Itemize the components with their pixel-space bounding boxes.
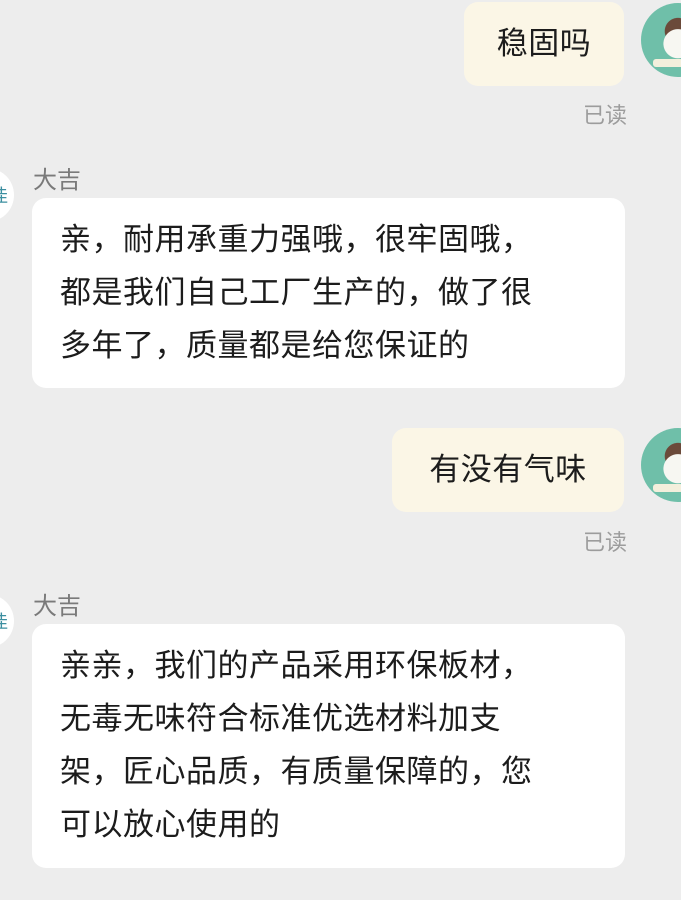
their-message-bubble[interactable]: 亲，耐用承重力强哦，很牢固哦， 都是我们自己工厂生产的，做了很 多年了，质量都是…: [32, 198, 625, 388]
message-text: 有没有气味: [429, 451, 587, 488]
shop-avatar-glyph: 佳: [0, 182, 8, 208]
shop-avatar-icon[interactable]: 佳: [0, 168, 14, 222]
message-line: 亲，耐用承重力强哦，很牢固哦，: [60, 221, 533, 258]
message-line: 都是我们自己工厂生产的，做了很: [60, 274, 533, 311]
read-status: 已读: [582, 531, 627, 556]
message-line: 架，匠心品质，有质量保障的，您: [60, 754, 533, 790]
shop-avatar-glyph: 佳: [0, 608, 8, 634]
message-line: 无毒无味符合标准优选材料加支: [60, 701, 501, 737]
sender-name: 大吉: [33, 592, 81, 620]
avatar-badge: [653, 484, 681, 492]
chat-window[interactable]: 稳固吗 已读 佳 大吉 亲，耐用承重力强哦，很牢固哦， 都是我们自己工厂生产的，…: [0, 0, 681, 900]
avatar-badge: [653, 59, 681, 67]
their-message-bubble[interactable]: 亲亲，我们的产品采用环保板材， 无毒无味符合标准优选材料加支 架，匠心品质，有质…: [32, 624, 625, 868]
my-avatar-icon[interactable]: [641, 428, 681, 502]
message-line: 多年了，质量都是给您保证的: [60, 327, 470, 364]
message-line: 亲亲，我们的产品采用环保板材，: [60, 648, 533, 684]
sender-name: 大吉: [33, 166, 81, 194]
read-status: 已读: [582, 104, 627, 129]
my-message-bubble[interactable]: 稳固吗: [464, 2, 624, 86]
message-line: 可以放心使用的: [60, 807, 281, 843]
my-message-bubble[interactable]: 有没有气味: [392, 428, 624, 512]
message-text: 稳固吗: [496, 25, 592, 62]
my-avatar-icon[interactable]: [641, 3, 681, 77]
shop-avatar-icon[interactable]: 佳: [0, 594, 14, 648]
